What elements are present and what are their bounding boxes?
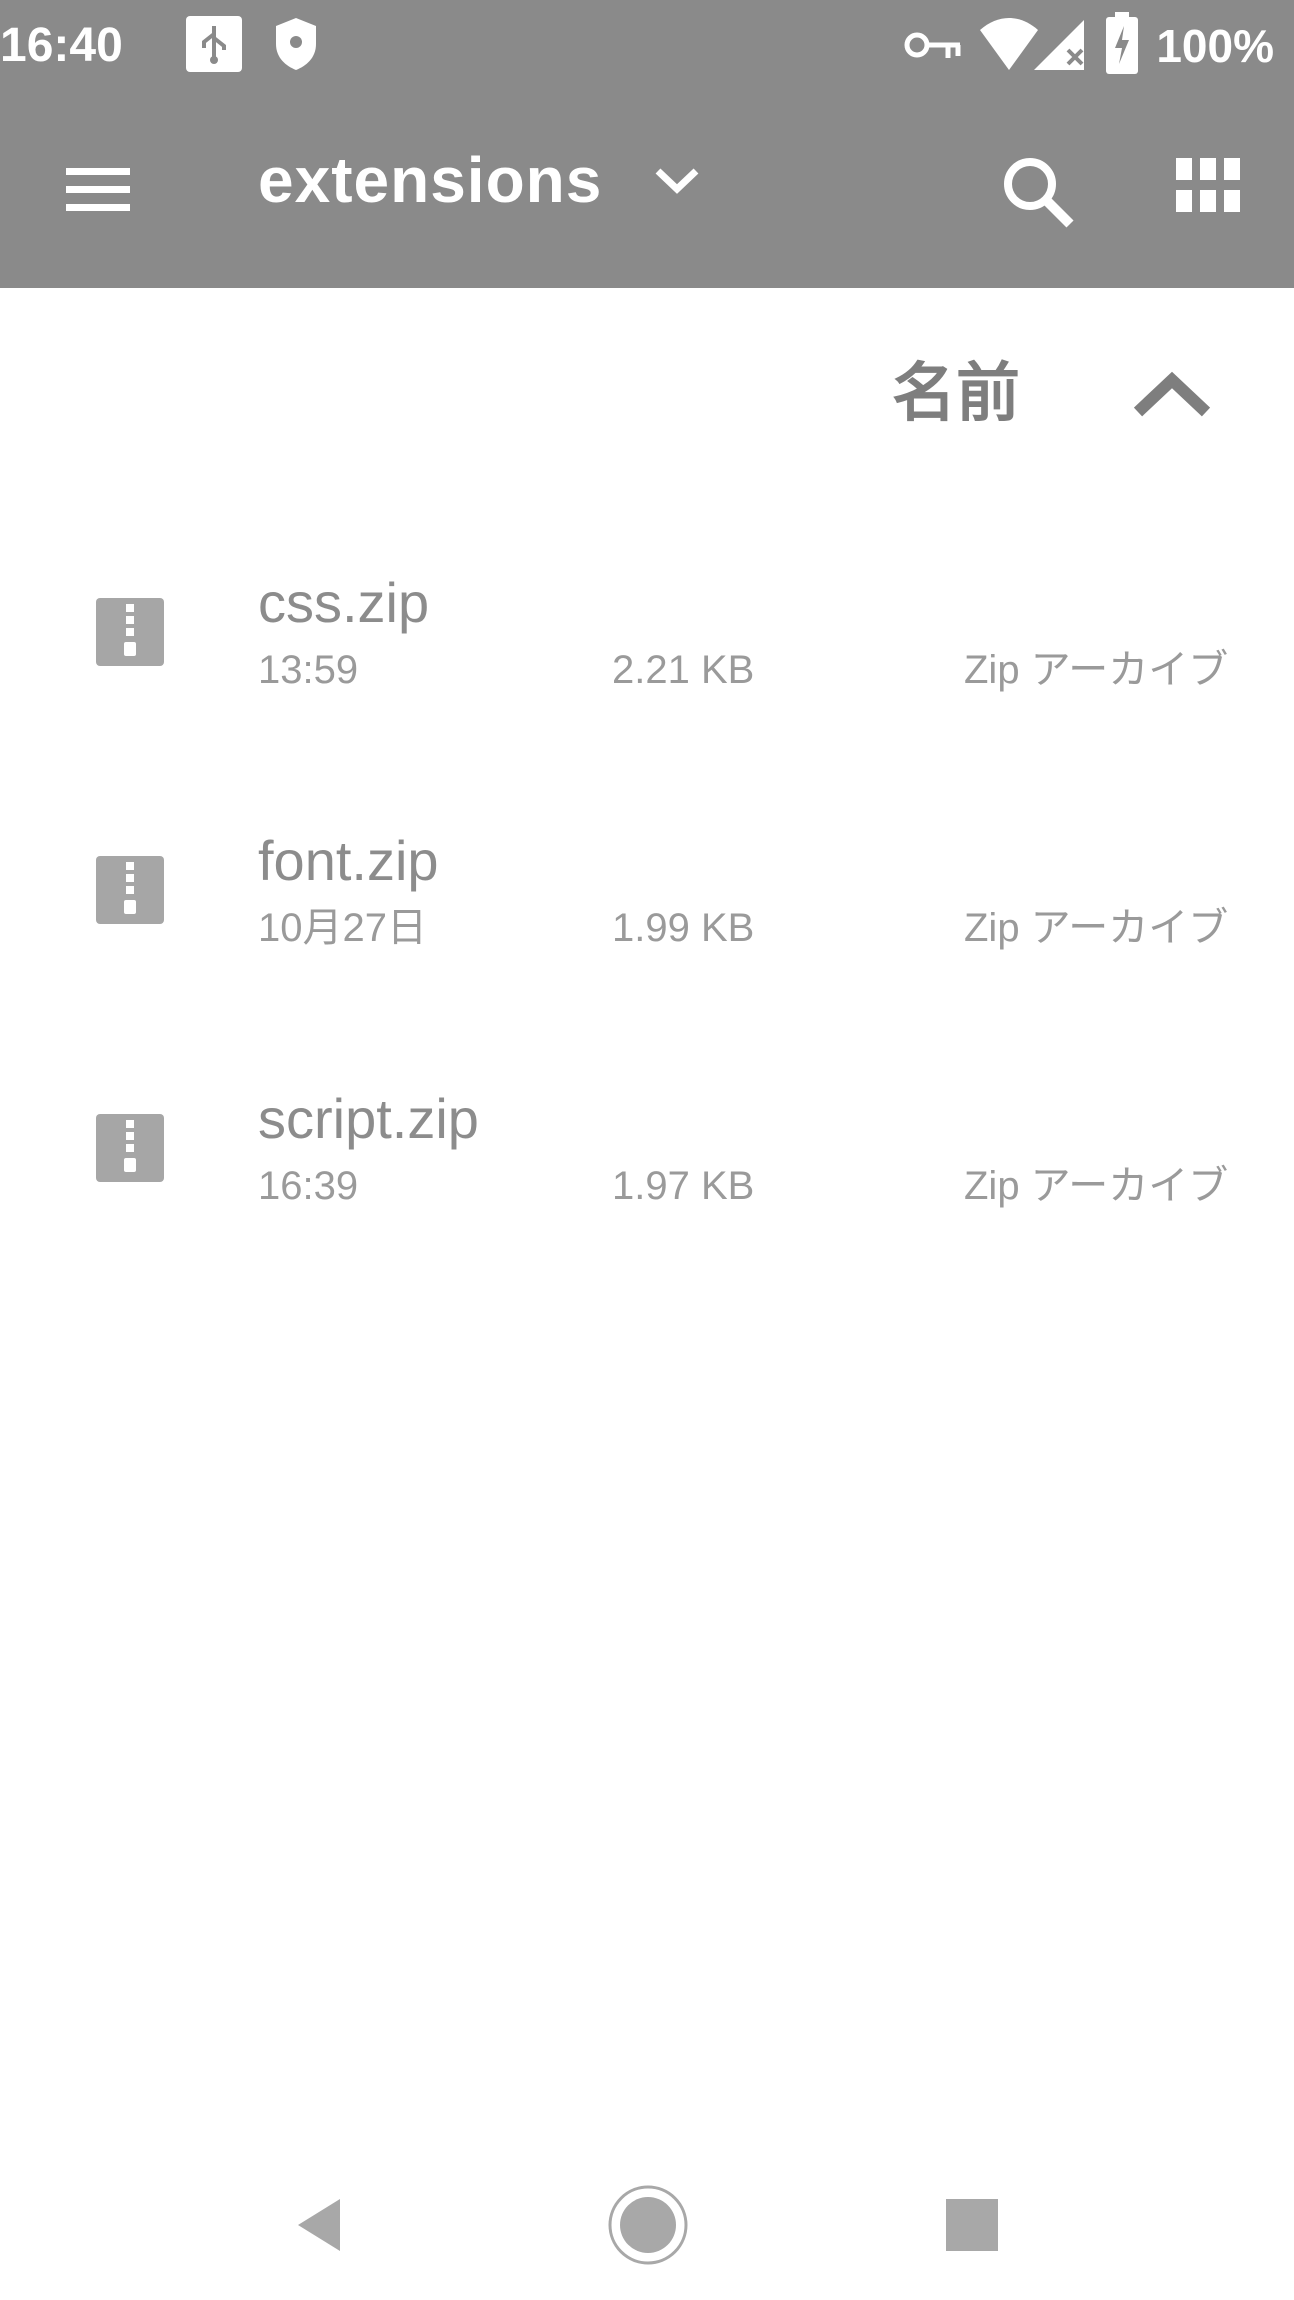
navigation-bar — [0, 2150, 1294, 2300]
file-size: 1.97 KB — [612, 1164, 755, 1208]
list-item[interactable]: css.zip 13:59 2.21 KB Zip アーカイブ — [0, 512, 1294, 770]
vpn-key-icon — [904, 26, 962, 64]
battery-charging-icon — [1106, 12, 1138, 74]
list-item[interactable]: script.zip 16:39 1.97 KB Zip アーカイブ — [0, 1028, 1294, 1286]
archive-icon — [96, 598, 164, 666]
top-bar: 16:40 100% extensions — [0, 0, 1294, 288]
arrow-up-icon — [1133, 371, 1211, 417]
page-title: extensions — [258, 144, 603, 216]
status-time: 16:40 — [0, 19, 123, 72]
back-button[interactable] — [250, 2150, 390, 2300]
app-bar: extensions — [0, 92, 1294, 288]
file-type: Zip アーカイブ — [964, 648, 1229, 692]
home-button[interactable] — [578, 2150, 718, 2300]
sort-direction-button[interactable] — [1124, 350, 1220, 446]
sort-header: 名前 — [0, 288, 1294, 512]
usb-icon — [186, 16, 242, 72]
status-bar: 16:40 100% — [0, 0, 1294, 92]
recents-button[interactable] — [902, 2150, 1042, 2300]
recents-icon — [946, 2199, 998, 2251]
file-type: Zip アーカイブ — [964, 906, 1229, 950]
grid-view-icon — [1176, 158, 1240, 212]
archive-icon — [96, 1114, 164, 1182]
back-icon — [298, 2199, 340, 2251]
menu-icon — [66, 168, 130, 211]
file-date: 16:39 — [258, 1164, 359, 1208]
archive-icon — [96, 856, 164, 924]
sort-by-name-button[interactable]: 名前 — [892, 348, 1020, 438]
file-type: Zip アーカイブ — [964, 1164, 1229, 1208]
grid-view-button[interactable] — [1162, 144, 1258, 240]
wifi-icon — [980, 16, 1038, 72]
battery-percent: 100% — [1156, 20, 1274, 72]
file-list: css.zip 13:59 2.21 KB Zip アーカイブ font.zip… — [0, 512, 1294, 1286]
file-name: script.zip — [258, 1087, 479, 1150]
file-date: 10月27日 — [258, 906, 427, 950]
shield-icon — [272, 16, 320, 72]
file-name: font.zip — [258, 829, 439, 892]
search-button[interactable] — [990, 144, 1086, 240]
cell-signal-icon — [1034, 16, 1088, 72]
search-icon — [1004, 158, 1074, 228]
file-size: 2.21 KB — [612, 648, 755, 692]
list-item[interactable]: font.zip 10月27日 1.99 KB Zip アーカイブ — [0, 770, 1294, 1028]
home-icon — [608, 2185, 688, 2265]
chevron-down-icon — [655, 168, 699, 194]
file-name: css.zip — [258, 571, 430, 634]
folder-selector[interactable]: extensions — [258, 132, 702, 228]
menu-button[interactable] — [54, 144, 150, 240]
file-size: 1.99 KB — [612, 906, 755, 950]
file-date: 13:59 — [258, 648, 359, 692]
